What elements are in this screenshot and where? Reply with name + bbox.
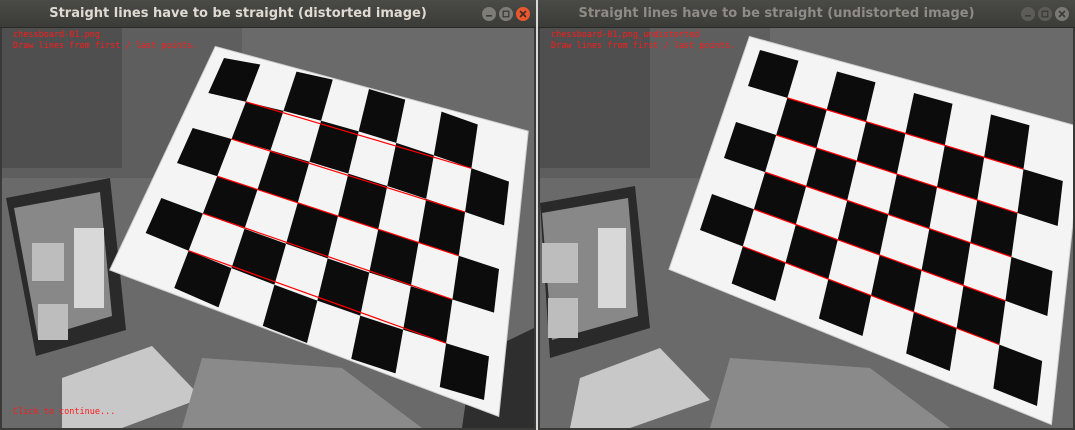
close-button[interactable]	[1055, 7, 1069, 21]
window-title: Straight lines have to be straight (dist…	[49, 6, 427, 21]
minimize-icon	[482, 7, 496, 21]
instruction-label: Draw lines from first / last points.	[551, 41, 736, 51]
distorted-chessboard-image	[2, 28, 534, 428]
file-name-label: chessboard-01.png	[13, 30, 100, 40]
maximize-button[interactable]	[499, 7, 513, 21]
maximize-button[interactable]	[1038, 7, 1052, 21]
minimize-icon	[1021, 7, 1035, 21]
window-titlebar[interactable]: Straight lines have to be straight (dist…	[0, 0, 536, 28]
image-canvas[interactable]: chessboard-01.png Draw lines from first …	[2, 28, 534, 428]
close-button[interactable]	[516, 7, 530, 21]
image-canvas[interactable]: chessboard-01.png_undistorted Draw lines…	[540, 28, 1073, 428]
window-titlebar[interactable]: Straight lines have to be straight (undi…	[538, 0, 1075, 28]
distorted-image-window: Straight lines have to be straight (dist…	[0, 0, 536, 430]
undistorted-chessboard-image	[540, 28, 1073, 428]
maximize-icon	[1038, 7, 1052, 21]
minimize-button[interactable]	[1021, 7, 1035, 21]
close-icon	[516, 7, 530, 21]
instruction-label: Draw lines from first / last points.	[13, 41, 198, 51]
undistorted-image-window: Straight lines have to be straight (undi…	[538, 0, 1075, 430]
continue-prompt: Click to continue...	[13, 407, 116, 417]
close-icon	[1055, 7, 1069, 21]
maximize-icon	[499, 7, 513, 21]
window-title: Straight lines have to be straight (undi…	[578, 6, 975, 21]
file-name-label: chessboard-01.png_undistorted	[551, 30, 700, 40]
minimize-button[interactable]	[482, 7, 496, 21]
